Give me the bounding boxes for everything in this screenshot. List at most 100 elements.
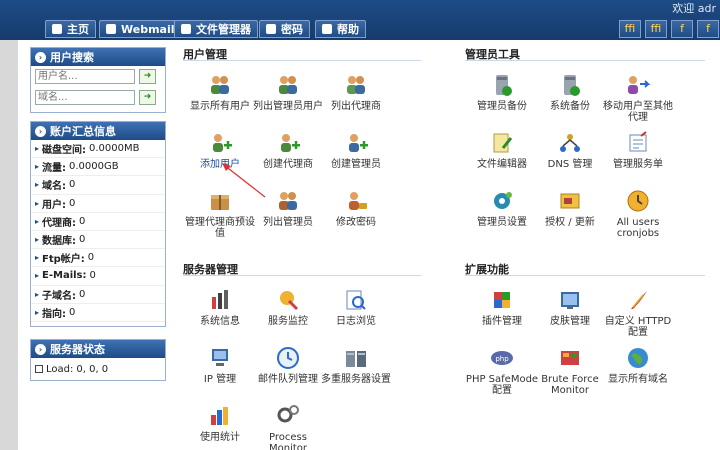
puzzle-icon: [494, 292, 510, 308]
bullet-icon: ▸: [35, 180, 40, 190]
tile-custom-httpd[interactable]: 自定义 HTTPD 配置: [601, 287, 675, 338]
settings-gear-icon: [494, 192, 512, 209]
tile-label: 授权 / 更新: [545, 217, 595, 228]
tile-label: 系统备份: [550, 101, 590, 112]
tile-label: 皮肤管理: [550, 316, 590, 327]
load-label: Load:: [46, 363, 74, 375]
create-admin-icon: [349, 134, 368, 152]
tile-change-password[interactable]: 修改密码: [319, 188, 393, 228]
stat-value: 0: [87, 252, 95, 264]
right-button-2[interactable]: ffi: [645, 20, 667, 38]
stat-row: ▸ 流量: 0.0000GB: [31, 158, 165, 177]
tile-system-info[interactable]: 系统信息: [183, 287, 257, 327]
tile-label: 日志浏览: [336, 316, 376, 327]
tile-ip-management[interactable]: IP 管理: [183, 345, 257, 385]
top-header: 欢迎 adr 主页 Webmail 文件管理器 密码 帮助 ffi ffi f …: [0, 0, 720, 40]
tile-file-editor[interactable]: 文件编辑器: [465, 130, 539, 170]
bullet-icon: ▸: [35, 235, 40, 245]
tile-admin-backup[interactable]: 管理员备份: [465, 72, 539, 112]
tile-license-update[interactable]: 授权 / 更新: [533, 188, 607, 228]
stat-label: Ftp帐户:: [42, 254, 85, 266]
tile-manage-tickets[interactable]: 管理服务单: [601, 130, 675, 170]
brute-force-icon: [561, 351, 579, 365]
search-user-row: ➜: [31, 66, 165, 87]
divider: [183, 60, 421, 61]
stat-label: 子域名:: [42, 290, 77, 302]
httpd-feather-icon: [631, 291, 647, 309]
tile-label: 创建管理员: [331, 159, 381, 170]
right-button-4[interactable]: f: [697, 20, 719, 38]
stat-value: 0.0000MB: [89, 143, 140, 155]
mail-icon: [106, 24, 116, 34]
right-button-3[interactable]: f: [671, 20, 693, 38]
stat-value: 0: [79, 288, 86, 300]
annotation-arrow: [222, 163, 266, 198]
tile-system-backup[interactable]: 系统备份: [533, 72, 607, 112]
right-button-1[interactable]: ffi: [619, 20, 641, 38]
tile-plugin-manager[interactable]: 插件管理: [465, 287, 539, 327]
stat-label: 数据库:: [42, 236, 77, 248]
tile-create-admin[interactable]: 创建管理员: [319, 130, 393, 170]
tab-help[interactable]: 帮助: [315, 20, 366, 38]
bullet-icon: ▸: [35, 307, 40, 317]
tile-label: Brute Force Monitor: [541, 374, 599, 396]
tile-label: PHP SafeMode 配置: [465, 374, 539, 396]
stat-row: ▸ 域名: 0: [31, 176, 165, 195]
tab-webmail[interactable]: Webmail: [99, 20, 182, 38]
tile-all-users-cronjobs[interactable]: All users cronjobs: [601, 188, 675, 239]
stat-row: ▸ 代理商: 0: [31, 213, 165, 231]
tab-password[interactable]: 密码: [259, 20, 310, 38]
tab-help-label: 帮助: [337, 23, 359, 36]
tile-move-users[interactable]: 移动用户至其他代理: [601, 72, 675, 123]
tab-home[interactable]: 主页: [45, 20, 96, 38]
tile-label: All users cronjobs: [616, 217, 660, 239]
tile-multi-server[interactable]: 多重服务器设置: [319, 345, 393, 385]
stat-value: 0: [79, 234, 86, 246]
stat-row: ▸ 磁盘空间: 0.0000MB: [31, 140, 165, 159]
tab-password-label: 密码: [281, 23, 303, 36]
tile-show-all-domains[interactable]: 显示所有域名: [601, 345, 675, 385]
search-user-input[interactable]: [35, 69, 135, 84]
ip-icon: [212, 349, 228, 366]
tile-show-all-users[interactable]: 显示所有用户: [183, 72, 257, 112]
tile-list-resellers[interactable]: 列出代理商: [319, 72, 393, 112]
tile-admin-settings[interactable]: 管理员设置: [465, 188, 539, 228]
tile-skin-manager[interactable]: 皮肤管理: [533, 287, 607, 327]
tile-label: 文件编辑器: [477, 159, 527, 170]
skin-icon: [561, 292, 579, 309]
globe-icon: [628, 348, 648, 368]
search-domain-input[interactable]: [35, 90, 135, 105]
search-domain-go-button[interactable]: ➜: [139, 90, 156, 105]
tile-label: 服务监控: [268, 316, 308, 327]
left-gap: [18, 40, 26, 450]
tile-label: 列出管理员: [263, 217, 313, 228]
tile-label: 管理代理商预设值: [185, 217, 255, 239]
tile-usage-stats[interactable]: 使用统计: [183, 403, 257, 443]
tile-service-monitor[interactable]: 服务监控: [251, 287, 325, 327]
tile-list-admins[interactable]: 列出管理员用户: [251, 72, 325, 112]
stat-row: ▸ 指向: 0: [31, 304, 165, 322]
system-info-icon: [212, 290, 228, 309]
search-user-go-button[interactable]: ➜: [139, 69, 156, 84]
tile-label: 管理员设置: [477, 217, 527, 228]
tile-label: Process Monitor: [268, 432, 307, 450]
tile-php-safemode[interactable]: php PHP SafeMode 配置: [465, 345, 539, 396]
server-status-header: › 服务器状态: [31, 340, 165, 358]
tile-log-viewer[interactable]: 日志浏览: [319, 287, 393, 327]
help-icon: [322, 24, 332, 34]
users-icon: [211, 76, 229, 94]
stat-label: 代理商:: [42, 217, 77, 229]
stat-row: ▸ 数据库: 0: [31, 231, 165, 250]
arrow-icon: ›: [35, 51, 46, 63]
tile-dns-management[interactable]: DNS 管理: [533, 130, 607, 170]
divider: [465, 60, 705, 61]
tab-file-manager[interactable]: 文件管理器: [174, 20, 258, 38]
stat-value: 0: [89, 270, 96, 282]
tile-label: 使用统计: [200, 432, 240, 443]
search-domain-row: ➜: [31, 87, 165, 108]
tile-brute-force-monitor[interactable]: Brute Force Monitor: [533, 345, 607, 396]
tile-process-monitor[interactable]: Process Monitor: [251, 403, 325, 450]
tile-mail-queue[interactable]: 邮件队列管理: [251, 345, 325, 385]
account-summary-header: › 账户汇总信息: [31, 122, 165, 140]
tab-file-manager-label: 文件管理器: [196, 23, 251, 36]
